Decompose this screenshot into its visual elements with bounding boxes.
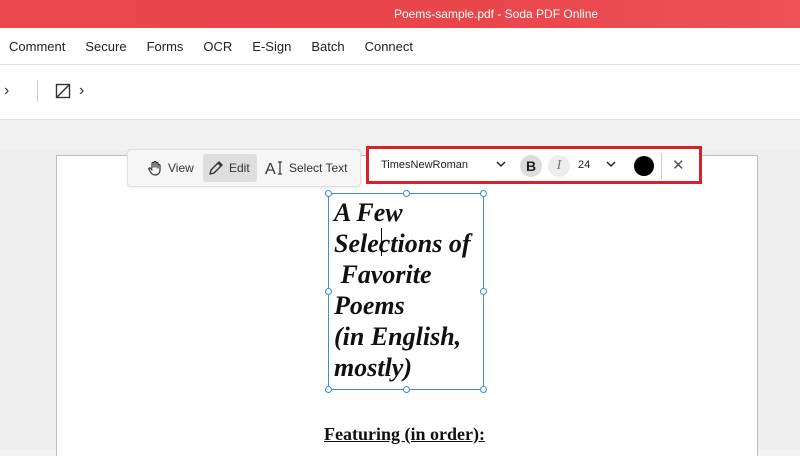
select-text-mode-button[interactable]: A Select Text: [265, 154, 347, 182]
menu-comment[interactable]: Comment: [9, 39, 65, 54]
font-size-chevron-down-icon[interactable]: [606, 160, 616, 171]
edit-mode-label: Edit: [229, 161, 250, 175]
resize-handle-top[interactable]: [403, 190, 410, 197]
featuring-heading: Featuring (in order):: [324, 424, 485, 444]
menu-ocr[interactable]: OCR: [203, 39, 232, 54]
pencil-icon: [209, 161, 223, 175]
toolbar-divider: [661, 153, 662, 179]
menu-batch[interactable]: Batch: [311, 39, 344, 54]
font-family-chevron-down-icon[interactable]: [496, 160, 506, 171]
resize-handle-bottom-right[interactable]: [480, 386, 487, 393]
select-text-mode-label: Select Text: [289, 161, 348, 175]
text-cursor-icon: A: [265, 161, 282, 177]
title-bar: Poems-sample.pdf - Soda PDF Online: [0, 0, 800, 28]
italic-button[interactable]: I: [548, 155, 570, 177]
resize-handle-bottom-left[interactable]: [325, 386, 332, 393]
font-size-select[interactable]: 24: [578, 159, 590, 171]
resize-handle-bottom[interactable]: [403, 386, 410, 393]
menu-connect[interactable]: Connect: [365, 39, 413, 54]
close-icon[interactable]: ✕: [672, 156, 685, 174]
chevron-right-icon[interactable]: ›: [4, 82, 9, 100]
menu-forms[interactable]: Forms: [147, 39, 184, 54]
font-format-toolbar: TimesNewRoman B I 24 ✕: [366, 146, 702, 184]
toolbar-divider: [37, 80, 38, 102]
shape-chevron-right-icon[interactable]: ›: [79, 82, 84, 100]
edit-mode-button[interactable]: Edit: [203, 154, 257, 182]
text-caret: [381, 228, 382, 256]
edit-shape-icon[interactable]: [55, 83, 71, 104]
mode-bar: View Edit A Select Text: [127, 149, 361, 187]
window-title: Poems-sample.pdf - Soda PDF Online: [393, 7, 599, 21]
view-mode-button[interactable]: View: [146, 154, 194, 182]
resize-handle-top-right[interactable]: [480, 190, 487, 197]
bold-button[interactable]: B: [520, 155, 542, 177]
font-family-select[interactable]: TimesNewRoman: [381, 159, 468, 171]
view-mode-label: View: [168, 161, 194, 175]
menu-esign[interactable]: E-Sign: [252, 39, 291, 54]
menu-bar: Comment Secure Forms OCR E-Sign Batch Co…: [0, 28, 800, 65]
resize-handle-left[interactable]: [325, 288, 332, 295]
menu-secure[interactable]: Secure: [85, 39, 126, 54]
svg-text:A: A: [265, 161, 276, 177]
ribbon-toolbar: › ›: [0, 65, 800, 120]
text-color-swatch[interactable]: [634, 156, 654, 176]
document-title-text[interactable]: A Few Selections of Favorite Poems (in E…: [334, 197, 494, 383]
hand-icon: [148, 160, 161, 176]
resize-handle-top-left[interactable]: [325, 190, 332, 197]
